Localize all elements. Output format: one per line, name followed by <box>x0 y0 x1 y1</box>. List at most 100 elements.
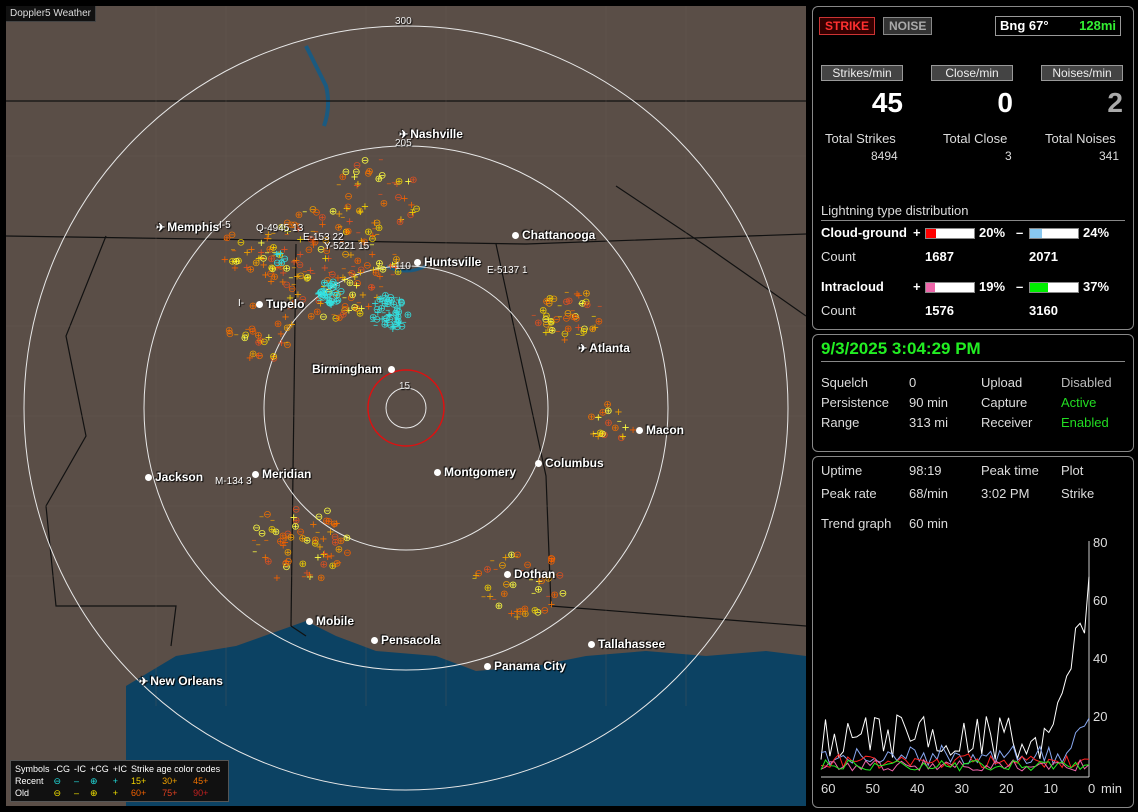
storm-tag[interactable]: I-5 <box>219 220 231 231</box>
strike-marker: ⊕ <box>291 521 299 532</box>
strike-marker: ⊖ <box>363 260 371 271</box>
count-label: Count <box>821 249 856 264</box>
trend-y-tick: 40 <box>1093 651 1108 666</box>
strike-marker: ⊕ <box>264 557 272 568</box>
divider <box>821 361 1125 362</box>
storm-tag[interactable]: I- <box>238 298 244 309</box>
lightning-map[interactable]: ⊖ ⊕ – ⊖ – + + – + + + – – – ⊖ – ⊕ + + + ⊖ ⊖ – ⊖ – ⊖ + + ⊕ + + – ⊖ ⊕ – ⊖ ⊕ + + –… <box>6 6 806 806</box>
strike-marker: ⊕ <box>298 533 306 544</box>
strike-marker: – <box>557 311 562 322</box>
ic-positive-bar <box>925 282 975 293</box>
strike-marker: – <box>557 301 562 312</box>
current-datetime: 9/3/2025 3:04:29 PM <box>821 339 981 358</box>
strike-marker-recent: – <box>370 316 375 327</box>
strike-marker-recent: + <box>395 295 403 306</box>
strike-marker: ⊕ <box>395 176 403 187</box>
strike-marker: – <box>564 287 569 298</box>
strike-marker: + <box>305 570 313 581</box>
strike-marker: + <box>318 220 326 231</box>
ring-label-300: 300 <box>395 16 412 27</box>
storm-tag[interactable]: Q-4945 13 <box>256 223 303 234</box>
strike-marker: – <box>493 564 498 575</box>
strike-marker-recent: ⊕ <box>278 258 286 269</box>
strike-marker-recent: ⊕ <box>404 310 412 321</box>
strike-marker: + <box>574 322 582 333</box>
city-meridian: Meridian <box>252 467 311 481</box>
strike-marker: ⊖ <box>556 571 564 582</box>
map-canvas: ⊖ ⊕–⊖–++–+++–––⊖–⊕ +++⊖⊖–⊖–⊖++⊕++–⊖⊕–⊖⊕+ +–… <box>6 6 806 806</box>
strike-marker: ⊕ <box>583 300 591 311</box>
strike-marker: ⊖ <box>342 167 350 178</box>
strike-marker-recent: – <box>324 289 329 300</box>
strike-marker: – <box>378 155 383 166</box>
strike-mode-button[interactable]: STRIKE <box>819 17 876 35</box>
close-per-min-value: 0 <box>997 87 1013 118</box>
strike-marker: ⊖ <box>330 519 338 530</box>
storm-tag[interactable]: M-134 3 <box>215 476 252 487</box>
city-dot-icon <box>535 460 542 468</box>
storm-tag[interactable]: E-5137 1 <box>487 265 528 276</box>
strike-marker: ⊖ <box>364 169 372 180</box>
strike-marker: ⊖ <box>260 337 268 348</box>
city-dot-icon <box>306 618 313 626</box>
ic-negative-count: 3160 <box>1029 303 1058 318</box>
squelch-label: Squelch <box>821 375 868 390</box>
strikes-per-min-button[interactable]: Strikes/min <box>821 65 903 81</box>
ic-positive-pct: 19% <box>979 279 1006 294</box>
age-code: 30+ <box>162 776 178 786</box>
strike-marker: ⊕ <box>344 227 352 238</box>
cg-negative-bar <box>1029 228 1079 239</box>
noises-per-min-value: 2 <box>1107 87 1123 118</box>
strike-marker: + <box>408 207 416 218</box>
strike-marker: ⊖ <box>541 606 549 617</box>
city-montgomery: Montgomery <box>434 465 516 479</box>
trend-x-tick: 20 <box>999 781 1014 796</box>
legend-header: Strike age color codes <box>131 764 221 774</box>
trend-x-tick: 60 <box>821 781 836 796</box>
legend-recent-label: Recent <box>15 776 44 786</box>
range-value: 313 mi <box>909 415 949 430</box>
total-noises-value: 341 <box>1099 149 1120 163</box>
intracloud-label: Intracloud <box>821 279 884 294</box>
cg-positive-pct: 20% <box>979 225 1006 240</box>
app-title: Doppler5 Weather <box>6 6 96 22</box>
strike-marker: – <box>472 573 477 584</box>
city-dot-icon <box>484 663 491 671</box>
strike-marker: + <box>290 257 298 268</box>
city-tallahassee: Tallahassee <box>588 637 665 651</box>
strike-marker: ⊖ <box>284 557 292 568</box>
trend-y-tick: 80 <box>1093 535 1108 550</box>
storm-tag[interactable]: Y-5221 15 <box>324 241 369 252</box>
close-per-min-button[interactable]: Close/min <box>931 65 1013 81</box>
strike-marker: – <box>592 428 597 439</box>
city-dot-icon <box>504 571 511 579</box>
strike-marker: – <box>270 515 275 526</box>
upload-label: Upload <box>981 375 1023 390</box>
strike-marker: + <box>619 431 627 442</box>
strike-marker: + <box>368 250 376 261</box>
strike-marker: – <box>223 235 228 246</box>
city-dot-icon <box>388 366 396 374</box>
strike-marker: ⊕ <box>409 175 417 186</box>
noises-per-min-button[interactable]: Noises/min <box>1041 65 1123 81</box>
plus-cg-icon: ⊕ <box>90 776 98 786</box>
city-dothan: Dothan <box>504 567 555 581</box>
strike-marker: ⊕ <box>604 406 612 417</box>
city-dot-icon <box>414 259 421 267</box>
cg-negative-count: 2071 <box>1029 249 1058 264</box>
trend-series-line <box>820 576 1090 760</box>
strike-marker-recent: – <box>385 305 390 316</box>
strike-marker: ⊕ <box>295 210 303 221</box>
strike-marker: – <box>596 411 601 422</box>
city-dot-icon <box>256 301 263 309</box>
strike-marker: – <box>356 298 361 309</box>
trend-y-tick: 60 <box>1093 593 1108 608</box>
distance-value: 128mi <box>1079 18 1116 33</box>
range-label: Range <box>821 415 860 430</box>
strike-marker: + <box>257 238 265 249</box>
strike-marker: + <box>400 193 408 204</box>
noise-mode-button[interactable]: NOISE <box>883 17 933 35</box>
strike-marker: – <box>259 512 264 523</box>
trend-x-tick: 10 <box>1043 781 1058 796</box>
total-noises-label: Total Noises <box>1045 131 1116 146</box>
